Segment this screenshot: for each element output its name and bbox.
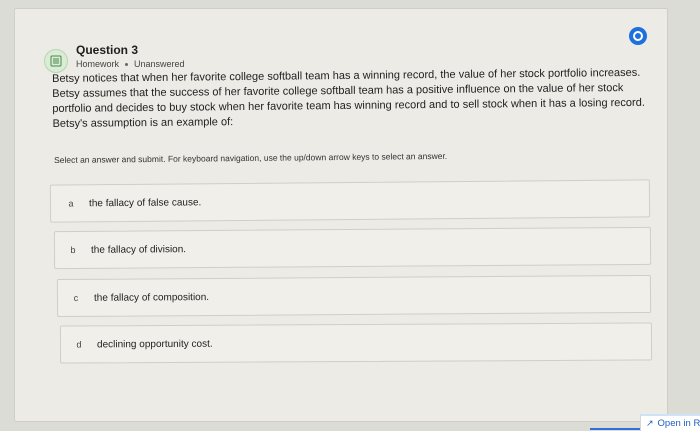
- option-letter: a: [68, 198, 74, 209]
- external-link-icon: ↗: [646, 418, 654, 428]
- question-meta: Homework Unanswered: [76, 59, 185, 69]
- question-list-icon: [44, 49, 68, 73]
- option-label: the fallacy of division.: [90, 243, 187, 256]
- option-label: declining opportunity cost.: [96, 338, 213, 350]
- question-status: Unanswered: [134, 59, 185, 69]
- circle-icon: [633, 31, 643, 41]
- question-text: Betsy notices that when her favorite col…: [52, 66, 645, 130]
- option-letter: d: [76, 339, 82, 350]
- question-type: Homework: [76, 59, 120, 69]
- answer-option-d[interactable]: d declining opportunity cost.: [59, 322, 653, 364]
- progress-underline: [590, 428, 640, 430]
- open-in-label: Open in R: [657, 418, 700, 429]
- answer-option-b[interactable]: b the fallacy of division.: [53, 226, 652, 270]
- option-letter: c: [73, 292, 79, 303]
- open-in-button[interactable]: ↗ Open in R: [640, 414, 700, 431]
- answer-option-c[interactable]: c the fallacy of composition.: [56, 274, 652, 318]
- separator-dot-icon: [125, 62, 129, 66]
- option-label: the fallacy of false cause.: [88, 196, 202, 209]
- question-title: Question 3: [76, 43, 139, 57]
- option-letter: b: [70, 244, 76, 255]
- info-button[interactable]: [629, 27, 647, 45]
- answer-option-a[interactable]: a the fallacy of false cause.: [49, 179, 651, 223]
- option-label: the fallacy of composition.: [93, 291, 210, 304]
